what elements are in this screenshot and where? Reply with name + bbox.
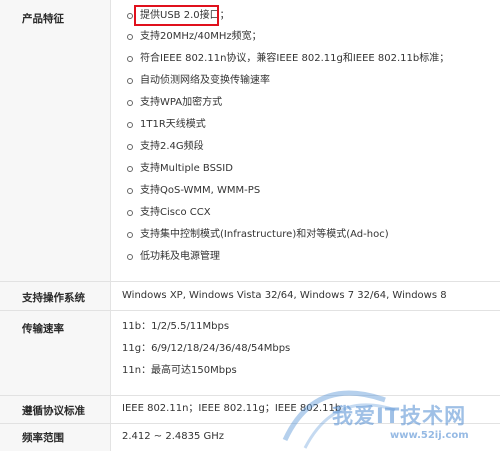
bullet-icon [127, 56, 133, 62]
row-divider [0, 310, 500, 311]
bullet-icon [127, 122, 133, 128]
feature-text: 支持WPA加密方式 [140, 97, 223, 108]
features-label-cell: 产品特征 [0, 0, 111, 281]
bullet-icon [127, 34, 133, 40]
rate-line: 11g：6/9/12/18/24/36/48/54Mbps [122, 343, 291, 354]
feature-text: 支持QoS-WMM, WMM-PS [140, 185, 261, 196]
feature-text: 支持集中控制模式(Infrastructure)和对等模式(Ad-hoc) [140, 229, 389, 240]
os-label-cell: 支持操作系统 [0, 282, 111, 310]
bullet-icon [127, 232, 133, 238]
rate-label-cell: 传输速率 [0, 311, 111, 395]
watermark-url: www.52ij.com [390, 430, 469, 441]
feature-text: 符合IEEE 802.11n协议，兼容IEEE 802.11g和IEEE 802… [140, 53, 450, 64]
feature-text: 支持Multiple BSSID [140, 163, 233, 174]
protocol-label-cell: 遵循协议标准 [0, 396, 111, 423]
bullet-icon [127, 100, 133, 106]
bullet-icon [127, 210, 133, 216]
bullet-icon [127, 254, 133, 260]
feature-text: 支持Cisco CCX [140, 207, 211, 218]
bullet-icon [127, 188, 133, 194]
features-label: 产品特征 [22, 13, 64, 25]
freq-label-cell: 频率范围 [0, 424, 111, 451]
bullet-icon [127, 144, 133, 150]
row-divider [0, 281, 500, 282]
os-label: 支持操作系统 [22, 292, 85, 304]
bullet-icon [127, 13, 133, 19]
protocol-label: 遵循协议标准 [22, 405, 85, 417]
feature-text: 自动侦测网络及变换传输速率 [140, 75, 270, 86]
bullet-icon [127, 166, 133, 172]
freq-value: 2.412 ~ 2.4835 GHz [122, 431, 225, 442]
protocol-value: IEEE 802.11n；IEEE 802.11g；IEEE 802.11b [122, 403, 342, 414]
highlight-box [134, 5, 219, 26]
feature-text: 1T1R天线模式 [140, 119, 206, 130]
feature-text: 低功耗及电源管理 [140, 251, 220, 262]
watermark-text: 我爱IT技术网 [332, 404, 467, 428]
rate-line: 11n：最高可达150Mbps [122, 365, 237, 376]
bullet-icon [127, 78, 133, 84]
rate-line: 11b：1/2/5.5/11Mbps [122, 321, 230, 332]
feature-text: 支持20MHz/40MHz频宽； [140, 31, 262, 42]
freq-label: 频率范围 [22, 432, 64, 444]
os-value: Windows XP, Windows Vista 32/64, Windows… [122, 290, 447, 301]
feature-text: 支持2.4G频段 [140, 141, 204, 152]
rate-label: 传输速率 [22, 323, 64, 335]
row-divider [0, 395, 500, 396]
